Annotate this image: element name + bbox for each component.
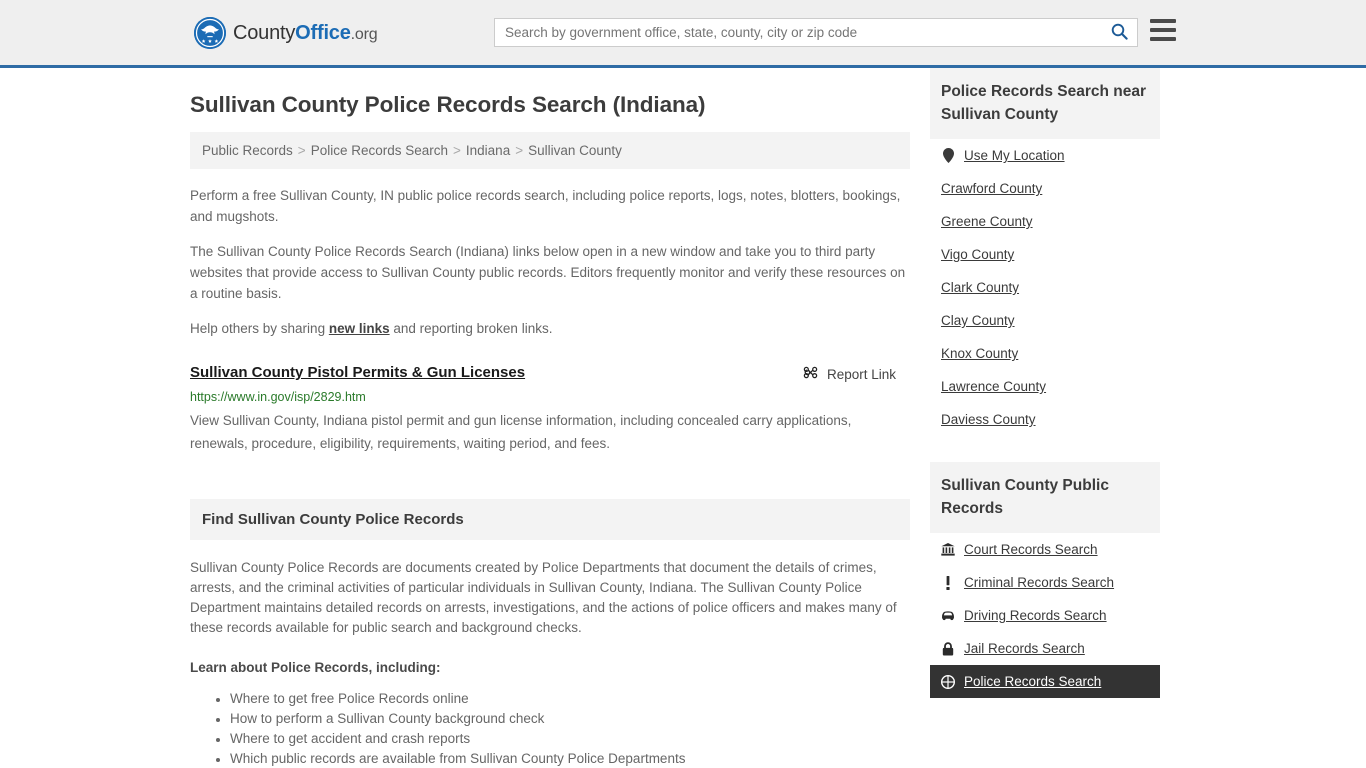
share-text-before: Help others by sharing xyxy=(190,321,329,336)
breadcrumb-separator: > xyxy=(515,143,524,158)
breadcrumb-item-indiana[interactable]: Indiana xyxy=(466,143,510,158)
sidebar-item-crawford-county[interactable]: Crawford County xyxy=(930,172,1160,205)
result-item: Sullivan County Pistol Permits & Gun Lic… xyxy=(190,363,910,455)
sidebar-item-police-records-search[interactable]: Police Records Search xyxy=(930,665,1160,698)
new-links-link[interactable]: new links xyxy=(329,321,390,336)
list-item: Where to get accident and crash reports xyxy=(230,729,910,749)
sidebar-item-use-my-location[interactable]: Use My Location xyxy=(930,139,1160,172)
nearby-records-card: Police Records Search near Sullivan Coun… xyxy=(930,68,1160,436)
report-link-label: Report Link xyxy=(826,366,896,382)
sidebar: Police Records Search near Sullivan Coun… xyxy=(920,68,1160,698)
sidebar-item-daviess-county[interactable]: Daviess County xyxy=(930,403,1160,436)
find-section-body: Sullivan County Police Records are docum… xyxy=(190,560,897,635)
car-icon xyxy=(941,610,955,621)
list-item: How to perform a Sullivan County backgro… xyxy=(230,709,910,729)
sidebar-link-label[interactable]: Police Records Search xyxy=(964,674,1101,689)
sidebar-item-clay-county[interactable]: Clay County xyxy=(930,304,1160,337)
hamburger-menu-icon[interactable] xyxy=(1150,19,1176,41)
sidebar-item-court-records-search[interactable]: Court Records Search xyxy=(930,533,1160,566)
intro-paragraph-1: Perform a free Sullivan County, IN publi… xyxy=(190,188,901,224)
sidebar-item-vigo-county[interactable]: Vigo County xyxy=(930,238,1160,271)
brand-part-office: Office xyxy=(295,21,351,44)
sidebar-link-label[interactable]: Crawford County xyxy=(941,181,1042,196)
breadcrumb-item-public-records[interactable]: Public Records xyxy=(202,143,293,158)
exclamation-icon xyxy=(941,575,955,590)
page-body: Sullivan County Police Records Search (I… xyxy=(0,68,1366,768)
result-url: https://www.in.gov/isp/2829.htm xyxy=(190,390,366,404)
public-records-list: Court Records Search Criminal Records Se… xyxy=(930,533,1160,698)
sidebar-link-label[interactable]: Daviess County xyxy=(941,412,1036,427)
main-column: Sullivan County Police Records Search (I… xyxy=(190,68,920,768)
brand-part-org: .org xyxy=(350,25,378,43)
sidebar-link-label[interactable]: Clark County xyxy=(941,280,1019,295)
hamburger-bar xyxy=(1150,28,1176,32)
sidebar-link-label[interactable]: Criminal Records Search xyxy=(964,575,1114,590)
search-input[interactable] xyxy=(495,19,1101,46)
sidebar-link-label[interactable]: Knox County xyxy=(941,346,1018,361)
broken-link-icon xyxy=(802,364,819,384)
breadcrumb-item-police-records-search[interactable]: Police Records Search xyxy=(311,143,448,158)
sidebar-link-label[interactable]: Jail Records Search xyxy=(964,641,1085,656)
sidebar-link-label[interactable]: Clay County xyxy=(941,313,1015,328)
report-link-button[interactable]: Report Link xyxy=(802,363,896,384)
bank-icon xyxy=(941,543,955,556)
search-icon xyxy=(1111,23,1128,43)
intro-paragraph-3: Help others by sharing new links and rep… xyxy=(190,318,910,339)
hamburger-bar xyxy=(1150,37,1176,41)
list-item: Which public records are available from … xyxy=(230,749,910,768)
result-title-link[interactable]: Sullivan County Pistol Permits & Gun Lic… xyxy=(190,363,525,383)
public-records-heading: Sullivan County Public Records xyxy=(930,462,1160,533)
search-bar[interactable] xyxy=(494,18,1138,47)
sidebar-item-greene-county[interactable]: Greene County xyxy=(930,205,1160,238)
breadcrumb-separator: > xyxy=(297,143,306,158)
brand-part-county: County xyxy=(233,21,296,44)
lock-icon xyxy=(941,641,955,656)
site-header: CountyOffice.org xyxy=(0,0,1366,68)
map-pin-icon xyxy=(941,148,955,163)
sidebar-link-label[interactable]: Lawrence County xyxy=(941,379,1046,394)
result-description: View Sullivan County, Indiana pistol per… xyxy=(190,413,852,451)
sidebar-item-criminal-records-search[interactable]: Criminal Records Search xyxy=(930,566,1160,599)
sidebar-item-jail-records-search[interactable]: Jail Records Search xyxy=(930,632,1160,665)
hamburger-bar xyxy=(1150,19,1176,23)
sidebar-item-knox-county[interactable]: Knox County xyxy=(930,337,1160,370)
sidebar-link-label[interactable]: Vigo County xyxy=(941,247,1014,262)
learn-about-list: Where to get free Police Records online … xyxy=(190,689,910,768)
site-logo[interactable]: CountyOffice.org xyxy=(194,17,378,49)
page-title: Sullivan County Police Records Search (I… xyxy=(190,92,706,117)
public-records-card: Sullivan County Public Records Court Rec… xyxy=(930,462,1160,698)
find-section-heading: Find Sullivan County Police Records xyxy=(190,499,910,540)
sidebar-item-lawrence-county[interactable]: Lawrence County xyxy=(930,370,1160,403)
nearby-records-list: Use My Location Crawford County Greene C… xyxy=(930,139,1160,436)
list-item: Where to get free Police Records online xyxy=(230,689,910,709)
eagle-seal-icon xyxy=(194,17,226,49)
sidebar-link-label[interactable]: Court Records Search xyxy=(964,542,1098,557)
breadcrumb: Public Records > Police Records Search > Ind… xyxy=(190,132,910,169)
intro-paragraph-2: The Sullivan County Police Records Searc… xyxy=(190,244,906,301)
site-logo-text: CountyOffice.org xyxy=(233,21,378,45)
sidebar-link-label[interactable]: Driving Records Search xyxy=(964,608,1107,623)
share-text-after: and reporting broken links. xyxy=(389,321,553,336)
breadcrumb-separator: > xyxy=(453,143,461,158)
nearby-records-heading: Police Records Search near Sullivan Coun… xyxy=(930,68,1160,139)
learn-about-heading: Learn about Police Records, including: xyxy=(190,660,441,675)
search-button[interactable] xyxy=(1101,19,1137,46)
badge-icon xyxy=(941,674,955,689)
sidebar-link-label[interactable]: Use My Location xyxy=(964,148,1065,163)
sidebar-item-clark-county[interactable]: Clark County xyxy=(930,271,1160,304)
breadcrumb-item-sullivan-county[interactable]: Sullivan County xyxy=(528,143,622,158)
sidebar-item-driving-records-search[interactable]: Driving Records Search xyxy=(930,599,1160,632)
sidebar-link-label[interactable]: Greene County xyxy=(941,214,1033,229)
